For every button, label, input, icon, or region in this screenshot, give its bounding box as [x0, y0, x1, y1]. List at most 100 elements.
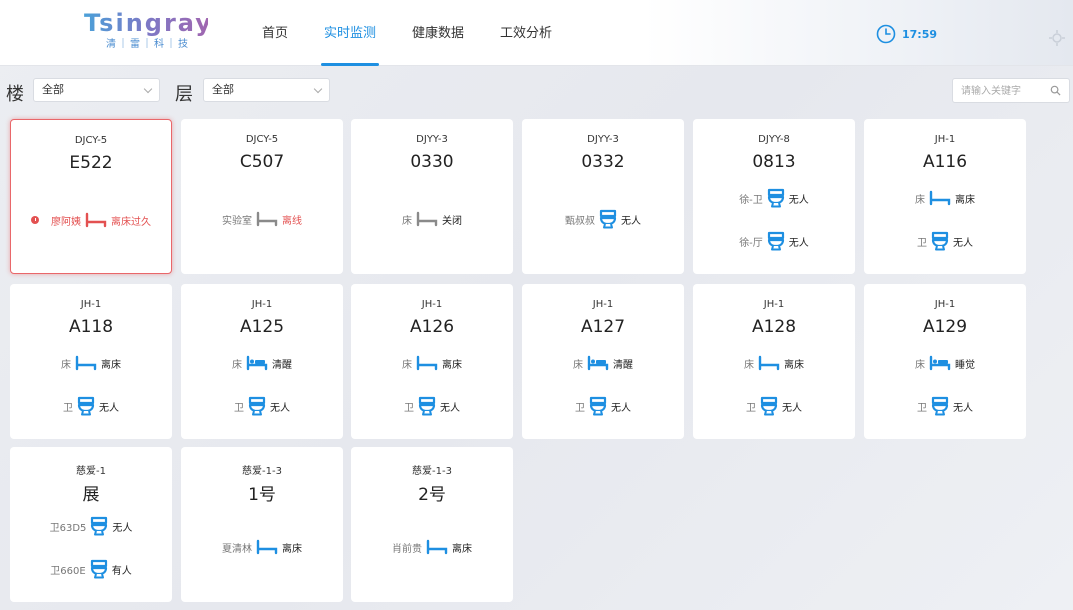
nav-home[interactable]: 首页: [262, 0, 288, 66]
toilet-icon: [599, 209, 617, 229]
bed-icon: [929, 190, 951, 206]
building-code: 慈爱-1: [76, 466, 106, 477]
tsingray-logo[interactable]: Tsingray 清｜雷｜科｜技: [84, 8, 211, 56]
device-label: 卫: [234, 402, 244, 414]
floor-filter-label: 层: [175, 84, 193, 105]
room-card[interactable]: JH-1 A116 床 离床卫 无人: [864, 119, 1026, 274]
room-card[interactable]: JH-1 A127 床 清醒卫 无人: [522, 284, 684, 439]
device-label: 卫: [575, 402, 585, 414]
room-number: A118: [68, 317, 114, 337]
room-number: 0813: [752, 152, 796, 172]
building-select[interactable]: 全部: [33, 78, 160, 102]
device-status: 有人: [111, 565, 132, 577]
device-status: 离线: [282, 215, 302, 227]
room-card[interactable]: JH-1 A126 床 离床卫 无人: [351, 284, 513, 439]
device-label: 卫: [917, 402, 927, 414]
building-code: JH-1: [934, 134, 956, 145]
device-status: 无人: [788, 194, 809, 206]
floor-select[interactable]: 全部: [203, 78, 330, 102]
device-status: 离床: [442, 359, 462, 371]
room-card[interactable]: DJYY-3 0330 床 关闭: [351, 119, 513, 274]
device-status-row: 卫 无人: [181, 395, 343, 417]
nav-efficiency-analysis[interactable]: 工效分析: [500, 0, 552, 66]
top-header: Tsingray 清｜雷｜科｜技 首页 实时监测 健康数据 工效分析 17:59: [0, 0, 1073, 66]
building-code: DJCY-5: [74, 135, 108, 146]
bed-icon: [426, 539, 448, 555]
device-label: 卫: [746, 402, 756, 414]
room-card[interactable]: DJYY-3 0332 甄叔叔 无人: [522, 119, 684, 274]
room-card[interactable]: 慈爱-1-3 2号 肖前贵 离床: [351, 447, 513, 602]
device-status-row: 卫 无人: [10, 395, 172, 417]
room-card[interactable]: JH-1 A128 床 离床卫 无人: [693, 284, 855, 439]
building-code: JH-1: [592, 299, 614, 310]
bed-icon: [416, 355, 438, 371]
device-label: 床: [573, 359, 583, 371]
room-card[interactable]: 慈爱-1 展卫63D5 无人 卫660E 有人: [10, 447, 172, 602]
device-status-row: 徐-卫 无人: [693, 187, 855, 209]
toilet-icon: [760, 396, 778, 416]
device-status: 清醒: [272, 359, 292, 371]
device-label: 卫: [63, 402, 73, 414]
device-status: 睡觉: [955, 359, 975, 371]
device-label: 夏清林: [222, 543, 252, 555]
building-code: DJYY-8: [758, 134, 790, 145]
building-code: JH-1: [80, 299, 102, 310]
room-card[interactable]: JH-1 A125 床 清醒卫 无人: [181, 284, 343, 439]
device-status: 离床: [955, 194, 975, 206]
room-card[interactable]: JH-1 A129 床 睡觉卫 无人: [864, 284, 1026, 439]
device-status-row: 床 清醒: [181, 352, 343, 374]
room-number: 展: [82, 485, 100, 505]
device-status-row: 卫 无人: [351, 395, 513, 417]
bed-person-icon: [929, 355, 951, 371]
clock: 17:59: [876, 24, 937, 44]
bed-icon: [85, 212, 107, 228]
building-code: 慈爱-1-3: [242, 466, 282, 477]
room-number: A129: [922, 317, 968, 337]
toilet-icon: [767, 231, 785, 251]
settings-icon[interactable]: [1047, 28, 1067, 48]
search-box: [952, 78, 1070, 103]
device-status-row: 甄叔叔 无人: [522, 208, 684, 230]
device-status-row: 床 清醒: [522, 352, 684, 374]
room-card[interactable]: DJCY-5 C507 实验室 离线: [181, 119, 343, 274]
building-code: DJYY-3: [416, 134, 448, 145]
room-number: 0330: [410, 152, 454, 172]
toilet-icon: [248, 396, 266, 416]
device-status: 离床过久: [111, 216, 151, 228]
device-status-row: 卫660E 有人: [10, 558, 172, 580]
chevron-down-icon: [143, 84, 153, 94]
clock-time: 17:59: [902, 27, 938, 41]
toilet-icon: [589, 396, 607, 416]
building-filter-label: 楼: [6, 84, 24, 105]
room-card[interactable]: JH-1 A118 床 离床卫 无人: [10, 284, 172, 439]
room-card[interactable]: DJCY-5 E522 廖阿姨 离床过久: [10, 119, 172, 274]
device-status: 无人: [611, 402, 631, 414]
nav-health-data[interactable]: 健康数据: [412, 0, 464, 66]
warning-icon: [31, 216, 39, 224]
room-card[interactable]: 慈爱-1-3 1号 夏清林 离床: [181, 447, 343, 602]
device-status-row: 床 睡觉: [864, 352, 1026, 374]
building-code: 慈爱-1-3: [412, 466, 452, 477]
device-status: 离床: [101, 359, 121, 371]
room-number: A126: [409, 317, 455, 337]
room-number: 0332: [581, 152, 625, 172]
device-status-row: 床 离床: [693, 352, 855, 374]
toilet-icon: [90, 516, 108, 536]
bed-off-icon: [416, 211, 438, 227]
device-status: 离床: [784, 359, 804, 371]
room-card[interactable]: DJYY-8 0813 徐-卫 无人 徐-厅 无人: [693, 119, 855, 274]
device-label: 实验室: [222, 215, 252, 227]
device-label: 床: [915, 359, 925, 371]
clock-icon: [876, 24, 896, 44]
chevron-down-icon: [313, 84, 323, 94]
device-status: 离床: [452, 543, 472, 555]
device-status: 无人: [788, 237, 809, 249]
nav-realtime-monitoring[interactable]: 实时监测: [321, 0, 380, 66]
search-icon[interactable]: [1050, 85, 1061, 96]
device-label: 床: [915, 194, 925, 206]
device-label: 廖阿姨: [51, 216, 81, 228]
building-code: JH-1: [251, 299, 273, 310]
search-input[interactable]: [953, 80, 1043, 103]
device-status-row: 实验室 离线: [181, 208, 343, 230]
room-number: 2号: [418, 485, 446, 505]
